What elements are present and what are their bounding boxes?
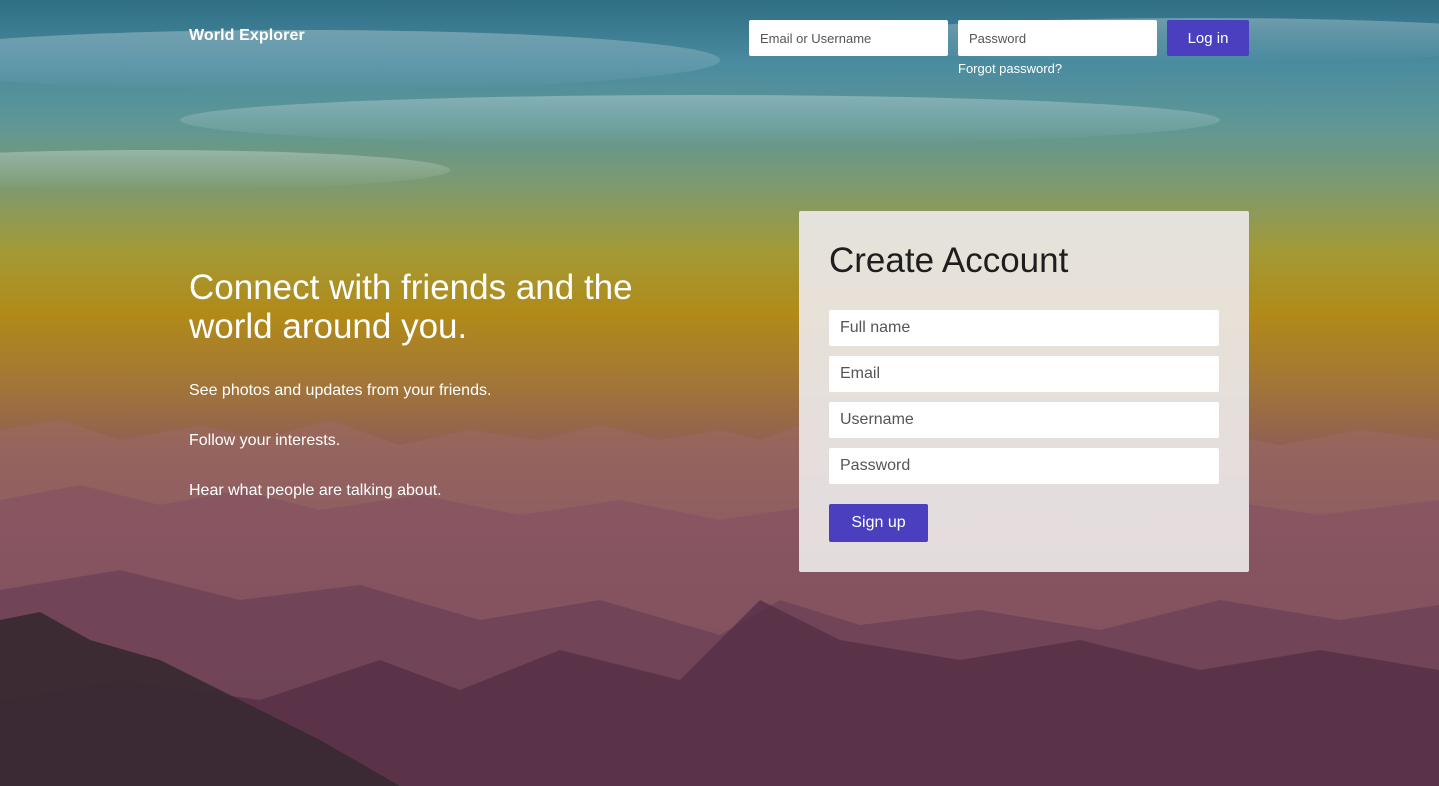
login-username-input[interactable] [749, 20, 948, 56]
hero-line: Hear what people are talking about. [189, 482, 442, 499]
hero-section: Connect with friends and the world aroun… [189, 268, 689, 499]
full-name-input[interactable] [829, 310, 1219, 346]
hero-line: See photos and updates from your friends… [189, 382, 492, 399]
brand-logo[interactable]: World Explorer [189, 27, 305, 45]
forgot-password-link[interactable]: Forgot password? [958, 61, 1062, 76]
page: World Explorer Log in Forgot password? C… [0, 0, 1439, 786]
hero-headline: Connect with friends and the world aroun… [189, 268, 633, 346]
hero-line: Follow your interests. [189, 432, 341, 449]
login-button[interactable]: Log in [1167, 20, 1249, 56]
signup-button[interactable]: Sign up [829, 504, 928, 542]
signup-card: Create Account Sign up [799, 211, 1249, 572]
password-input[interactable] [829, 448, 1219, 484]
login-password-input[interactable] [958, 20, 1157, 56]
username-input[interactable] [829, 402, 1219, 438]
email-input[interactable] [829, 356, 1219, 392]
signup-title: Create Account [829, 241, 1069, 280]
